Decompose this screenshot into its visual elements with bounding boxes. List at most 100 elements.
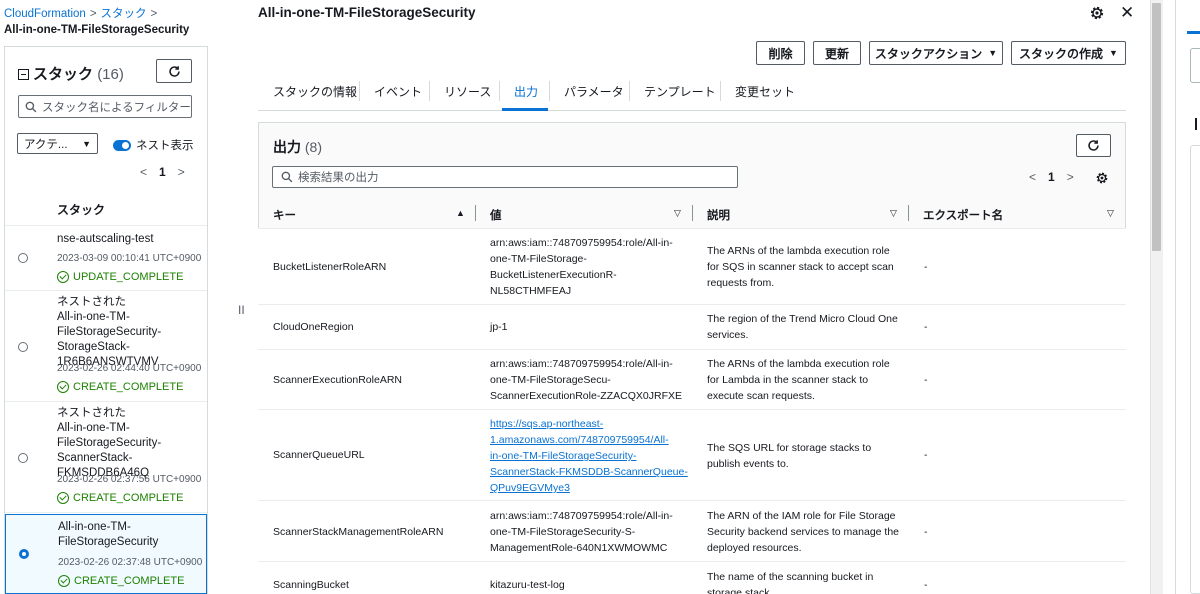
- cell-key: BucketListenerRoleARN: [273, 261, 387, 273]
- breadcrumb: CloudFormation > スタック > All-in-one-TM-FileS…: [4, 6, 204, 38]
- stack-status: UPDATE_COMPLETE: [57, 271, 183, 283]
- check-circle-icon: [57, 492, 69, 504]
- stack-date: 2023-02-26 02:37:48 UTC+0900: [58, 557, 203, 568]
- outputs-search-placeholder: 検索結果の出力: [298, 172, 379, 184]
- chevron-right-icon[interactable]: >: [178, 165, 185, 179]
- stack-radio[interactable]: [18, 342, 28, 352]
- nested-view-toggle[interactable]: ネスト表示: [113, 137, 194, 153]
- column-header-description[interactable]: 説明: [707, 207, 730, 223]
- table-row: ScannerExecutionRoleARN arn:aws:iam::748…: [258, 350, 1126, 410]
- status-filter-value: アクテ...: [24, 138, 68, 151]
- stack-name: All-in-one-TM- FileStorageSecurity: [58, 521, 159, 548]
- sort-icon[interactable]: ▽: [890, 208, 897, 219]
- column-header-export-name[interactable]: エクスポート名: [923, 207, 1003, 223]
- stack-radio-selected[interactable]: [19, 549, 29, 559]
- right-panel-accent: [1187, 31, 1200, 34]
- gear-icon[interactable]: [1095, 171, 1109, 185]
- tab-outputs[interactable]: 出力: [514, 83, 538, 100]
- tab-change-sets[interactable]: 変更セット: [735, 83, 795, 100]
- cell-value: arn:aws:iam::748709759954:role/All-in- o…: [490, 358, 682, 402]
- tab-resources[interactable]: リソース: [444, 83, 491, 100]
- stack-radio[interactable]: [18, 453, 28, 463]
- stack-count: (16): [97, 66, 124, 83]
- sort-icon[interactable]: ▽: [674, 208, 681, 219]
- page-title: All-in-one-TM-FileStorageSecurity: [258, 5, 476, 20]
- tab-template[interactable]: テンプレート: [644, 83, 716, 100]
- stack-status-text: CREATE_COMPLETE: [73, 381, 184, 393]
- status-filter-select[interactable]: アクテ... ▼: [17, 133, 98, 154]
- cell-value: arn:aws:iam::748709759954:role/All-in- o…: [490, 510, 673, 554]
- chevron-left-icon[interactable]: <: [140, 165, 147, 179]
- stack-radio[interactable]: [18, 253, 28, 263]
- scrollbar-thumb[interactable]: [1152, 3, 1161, 251]
- outputs-title-text: 出力: [273, 139, 301, 155]
- create-stack-label: スタックの作成: [1019, 46, 1104, 61]
- caret-down-icon: ▼: [1109, 48, 1118, 58]
- cell-description: The ARNs of the lambda execution role fo…: [707, 358, 890, 402]
- outputs-refresh-button[interactable]: [1076, 134, 1111, 157]
- refresh-icon: [1088, 140, 1099, 151]
- stack-list-item-selected[interactable]: All-in-one-TM- FileStorageSecurity 2023-…: [5, 514, 207, 594]
- stack-list-item[interactable]: ネストされた All-in-one-TM- FileStorageSecurit…: [5, 402, 207, 513]
- cell-description: The region of the Trend Micro Cloud One …: [707, 313, 898, 341]
- column-header-value[interactable]: 値: [490, 207, 502, 223]
- nested-view-label: ネスト表示: [136, 140, 194, 152]
- right-panel-card[interactable]: [1190, 48, 1200, 83]
- chevron-right-icon[interactable]: >: [1067, 170, 1074, 184]
- column-header-key[interactable]: キー: [273, 207, 296, 223]
- stack-page-number[interactable]: 1: [159, 165, 166, 179]
- check-circle-icon: [58, 575, 70, 587]
- check-circle-icon: [57, 381, 69, 393]
- check-circle-icon: [57, 271, 69, 283]
- tab-divider: [429, 81, 430, 101]
- stack-name: ネストされた All-in-one-TM- FileStorageSecurit…: [57, 296, 162, 368]
- collapse-icon[interactable]: [18, 69, 29, 80]
- stack-name: ネストされた All-in-one-TM- FileStorageSecurit…: [57, 407, 162, 479]
- right-panel-marker: [1195, 118, 1197, 130]
- outputs-pagination: < 1 >: [1029, 170, 1074, 184]
- cell-export: -: [924, 321, 928, 333]
- cell-value: jp-1: [490, 321, 508, 333]
- stack-actions-button[interactable]: スタックアクション ▼: [869, 41, 1003, 65]
- stack-list-item[interactable]: nse-autscaling-test 2023-03-09 00:10:41 …: [5, 227, 207, 291]
- right-panel-container: [1190, 145, 1200, 594]
- cell-value-link[interactable]: https://sqs.ap-northeast- 1.amazonaws.co…: [490, 416, 688, 496]
- stack-list-item[interactable]: ネストされた All-in-one-TM- FileStorageSecurit…: [5, 291, 207, 402]
- tab-divider: [629, 81, 630, 101]
- stack-date: 2023-02-26 02:44:40 UTC+0900: [57, 363, 202, 374]
- cell-key: ScannerExecutionRoleARN: [273, 374, 402, 386]
- stack-status-text: UPDATE_COMPLETE: [73, 271, 184, 283]
- sort-ascending-icon[interactable]: ▲: [456, 208, 465, 218]
- stack-refresh-button[interactable]: [156, 59, 192, 83]
- cell-description: The SQS URL for storage stacks to publis…: [707, 442, 872, 470]
- cell-key: ScannerQueueURL: [273, 449, 365, 461]
- update-button[interactable]: 更新: [813, 41, 861, 65]
- close-icon[interactable]: ✕: [1120, 3, 1134, 23]
- stack-date: 2023-02-26 02:37:56 UTC+0900: [57, 474, 202, 485]
- gear-icon[interactable]: [1089, 5, 1105, 21]
- cell-export: -: [924, 579, 928, 591]
- breadcrumb-stacks[interactable]: スタック: [101, 8, 147, 20]
- tab-stack-info[interactable]: スタックの情報: [273, 83, 357, 100]
- create-stack-button[interactable]: スタックの作成 ▼: [1011, 41, 1126, 65]
- sort-icon[interactable]: ▽: [1107, 208, 1114, 219]
- tab-events[interactable]: イベント: [374, 83, 422, 100]
- chevron-left-icon[interactable]: <: [1029, 170, 1036, 184]
- cell-key: CloudOneRegion: [273, 321, 354, 333]
- cell-export: -: [924, 261, 928, 273]
- breadcrumb-cloudformation[interactable]: CloudFormation: [4, 8, 86, 20]
- search-icon: [281, 171, 293, 183]
- outputs-page-number[interactable]: 1: [1048, 170, 1055, 184]
- tab-parameters[interactable]: パラメータ: [564, 83, 624, 100]
- outputs-count: (8): [304, 139, 323, 155]
- toggle-switch-icon[interactable]: [113, 139, 131, 151]
- outputs-search-input[interactable]: 検索結果の出力: [272, 166, 738, 188]
- delete-button[interactable]: 削除: [756, 41, 805, 65]
- stack-filter-placeholder: スタック名によるフィルター: [42, 101, 191, 114]
- stack-filter-input[interactable]: スタック名によるフィルター: [18, 95, 192, 118]
- cell-export: -: [924, 526, 928, 538]
- stack-actions-label: スタックアクション: [874, 46, 983, 61]
- cell-description: The ARNs of the lambda execution role fo…: [707, 245, 894, 289]
- panel-resize-handle[interactable]: II: [238, 303, 245, 317]
- caret-down-icon: ▼: [988, 48, 998, 58]
